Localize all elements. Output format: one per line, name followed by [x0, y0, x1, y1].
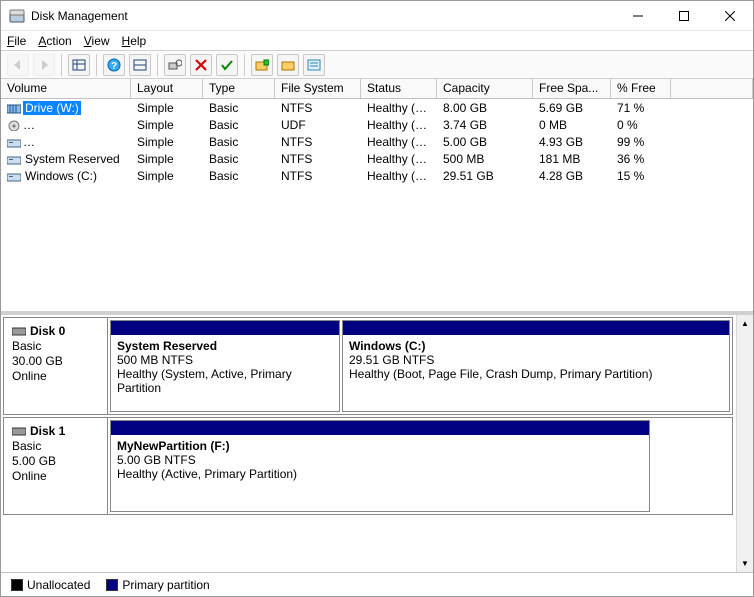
partition-color-bar — [111, 321, 339, 335]
col-freespace[interactable]: Free Spa... — [533, 79, 611, 98]
col-capacity[interactable]: Capacity — [437, 79, 533, 98]
menubar: File Action View Help — [1, 31, 753, 51]
svg-text:?: ? — [111, 61, 117, 72]
drive-icon — [7, 103, 21, 114]
legend-primary: Primary partition — [106, 578, 209, 592]
maximize-button[interactable] — [661, 1, 707, 31]
help-button[interactable]: ? — [103, 54, 125, 76]
menu-action[interactable]: Action — [38, 34, 71, 48]
settings-button[interactable] — [164, 54, 186, 76]
drive-icon — [7, 120, 21, 131]
partition-color-bar — [343, 321, 729, 335]
scroll-down-button[interactable]: ▼ — [737, 555, 754, 572]
column-headers: Volume Layout Type File System Status Ca… — [1, 79, 753, 99]
folder-button[interactable] — [277, 54, 299, 76]
properties-button[interactable] — [303, 54, 325, 76]
col-type[interactable]: Type — [203, 79, 275, 98]
legend-unallocated: Unallocated — [11, 578, 90, 592]
back-button[interactable] — [7, 54, 29, 76]
volume-table: Volume Layout Type File System Status Ca… — [1, 79, 753, 311]
disk-label[interactable]: Disk 0Basic30.00 GBOnline — [4, 318, 108, 414]
window-title: Disk Management — [31, 9, 615, 23]
legend: Unallocated Primary partition — [1, 572, 753, 596]
titlebar: Disk Management — [1, 1, 753, 31]
disk-rows: Disk 0Basic30.00 GBOnlineSystem Reserved… — [1, 315, 753, 517]
col-status[interactable]: Status — [361, 79, 437, 98]
disk-row: Disk 1Basic5.00 GBOnlineMyNewPartition (… — [3, 417, 733, 515]
scroll-up-button[interactable]: ▲ — [737, 315, 754, 332]
partition[interactable]: System Reserved500 MB NTFSHealthy (Syste… — [110, 320, 340, 412]
minimize-button[interactable] — [615, 1, 661, 31]
apply-button[interactable] — [216, 54, 238, 76]
partition-color-bar — [111, 421, 649, 435]
disk-row: Disk 0Basic30.00 GBOnlineSystem Reserved… — [3, 317, 733, 415]
layout-button[interactable] — [129, 54, 151, 76]
drive-icon — [7, 137, 21, 148]
app-icon — [9, 8, 25, 24]
delete-button[interactable] — [190, 54, 212, 76]
table-row[interactable]: System ReservedSimpleBasicNTFSHealthy (S… — [1, 150, 753, 167]
disk-icon — [12, 426, 26, 436]
new-folder-button[interactable] — [251, 54, 273, 76]
table-row[interactable]: MyNewPartition (F:)SimpleBasicNTFSHealth… — [1, 133, 753, 150]
toolbar: ? — [1, 51, 753, 79]
col-end[interactable] — [671, 79, 753, 98]
disk-panel: Disk 0Basic30.00 GBOnlineSystem Reserved… — [1, 315, 753, 596]
scrollbar[interactable]: ▲ ▼ — [736, 315, 753, 572]
disk-label[interactable]: Disk 1Basic5.00 GBOnline — [4, 418, 108, 514]
menu-help[interactable]: Help — [122, 34, 147, 48]
col-filesystem[interactable]: File System — [275, 79, 361, 98]
partition[interactable]: MyNewPartition (F:)5.00 GB NTFSHealthy (… — [110, 420, 650, 512]
close-button[interactable] — [707, 1, 753, 31]
menu-file[interactable]: File — [7, 34, 26, 48]
col-volume[interactable]: Volume — [1, 79, 131, 98]
table-row[interactable]: Windows (C:)SimpleBasicNTFSHealthy (B...… — [1, 167, 753, 184]
volume-rows: Drive (W:)SimpleBasicNTFSHealthy (A...8.… — [1, 99, 753, 311]
table-row[interactable]: J_CCSA_X64FRE_E...SimpleBasicUDFHealthy … — [1, 116, 753, 133]
view-mode-button[interactable] — [68, 54, 90, 76]
drive-icon — [7, 154, 21, 165]
drive-icon — [7, 171, 21, 182]
col-layout[interactable]: Layout — [131, 79, 203, 98]
menu-view[interactable]: View — [84, 34, 110, 48]
table-row[interactable]: Drive (W:)SimpleBasicNTFSHealthy (A...8.… — [1, 99, 753, 116]
disk-icon — [12, 326, 26, 336]
col-pctfree[interactable]: % Free — [611, 79, 671, 98]
forward-button[interactable] — [33, 54, 55, 76]
partition[interactable]: Windows (C:)29.51 GB NTFSHealthy (Boot, … — [342, 320, 730, 412]
